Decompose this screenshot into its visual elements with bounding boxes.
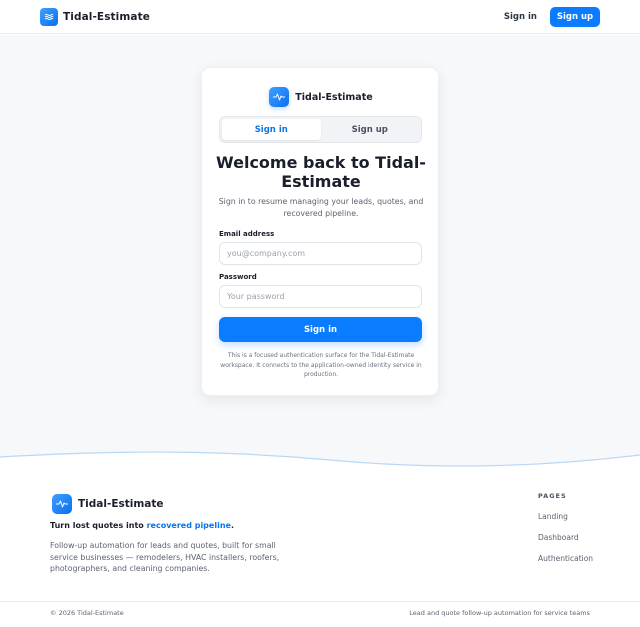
card-brand-name: Tidal-Estimate [295,91,373,103]
header-actions: Sign in Sign up [504,6,600,27]
page-subtitle: Sign in to resume managing your leads, q… [218,197,424,218]
card-brand: Tidal-Estimate [202,87,440,107]
auth-note: This is a focused authentication surface… [220,352,422,378]
header-sign-in-link[interactable]: Sign in [504,12,537,22]
footer-link-authentication[interactable]: Authentication [538,554,593,563]
copyright: © 2026 Tidal-Estimate [50,609,124,617]
footer-link-landing[interactable]: Landing [538,512,568,521]
footer-brand-name: Tidal-Estimate [78,498,164,510]
page-title: Welcome back to Tidal-Estimate [216,153,426,191]
waveform-icon [40,7,58,26]
auth-card: Tidal-Estimate Sign in Sign up Welcome b… [201,67,439,396]
header-brand[interactable]: Tidal-Estimate [40,7,150,26]
header-brand-name: Tidal-Estimate [63,10,150,23]
tagline-suffix: . [230,521,234,530]
footer-tagline-right: Lead and quote follow-up automation for … [409,609,590,617]
footer-pages-title: PAGES [538,492,567,500]
waveform-icon [269,87,290,107]
wave-divider [0,451,640,475]
footer-description: Follow-up automation for leads and quote… [50,541,280,573]
auth-tabs: Sign in Sign up [219,116,422,143]
password-label: Password [219,273,257,281]
header-sign-up-button[interactable]: Sign up [550,6,600,27]
tab-sign-up[interactable]: Sign up [321,119,420,140]
site-header: Tidal-Estimate Sign in Sign up [0,0,640,34]
password-field[interactable] [219,285,422,308]
sign-in-button[interactable]: Sign in [219,317,422,342]
footer-tagline: Turn lost quotes into recovered pipeline… [50,521,234,530]
tagline-prefix: Turn lost quotes into [50,521,147,530]
footer-divider [0,601,640,602]
email-label: Email address [219,230,275,238]
tab-sign-in[interactable]: Sign in [222,119,321,140]
waveform-icon [52,494,72,514]
footer-brand[interactable]: Tidal-Estimate [52,494,164,514]
tagline-accent: recovered pipeline [146,521,231,530]
footer-link-dashboard[interactable]: Dashboard [538,533,579,542]
email-field[interactable] [219,242,422,265]
